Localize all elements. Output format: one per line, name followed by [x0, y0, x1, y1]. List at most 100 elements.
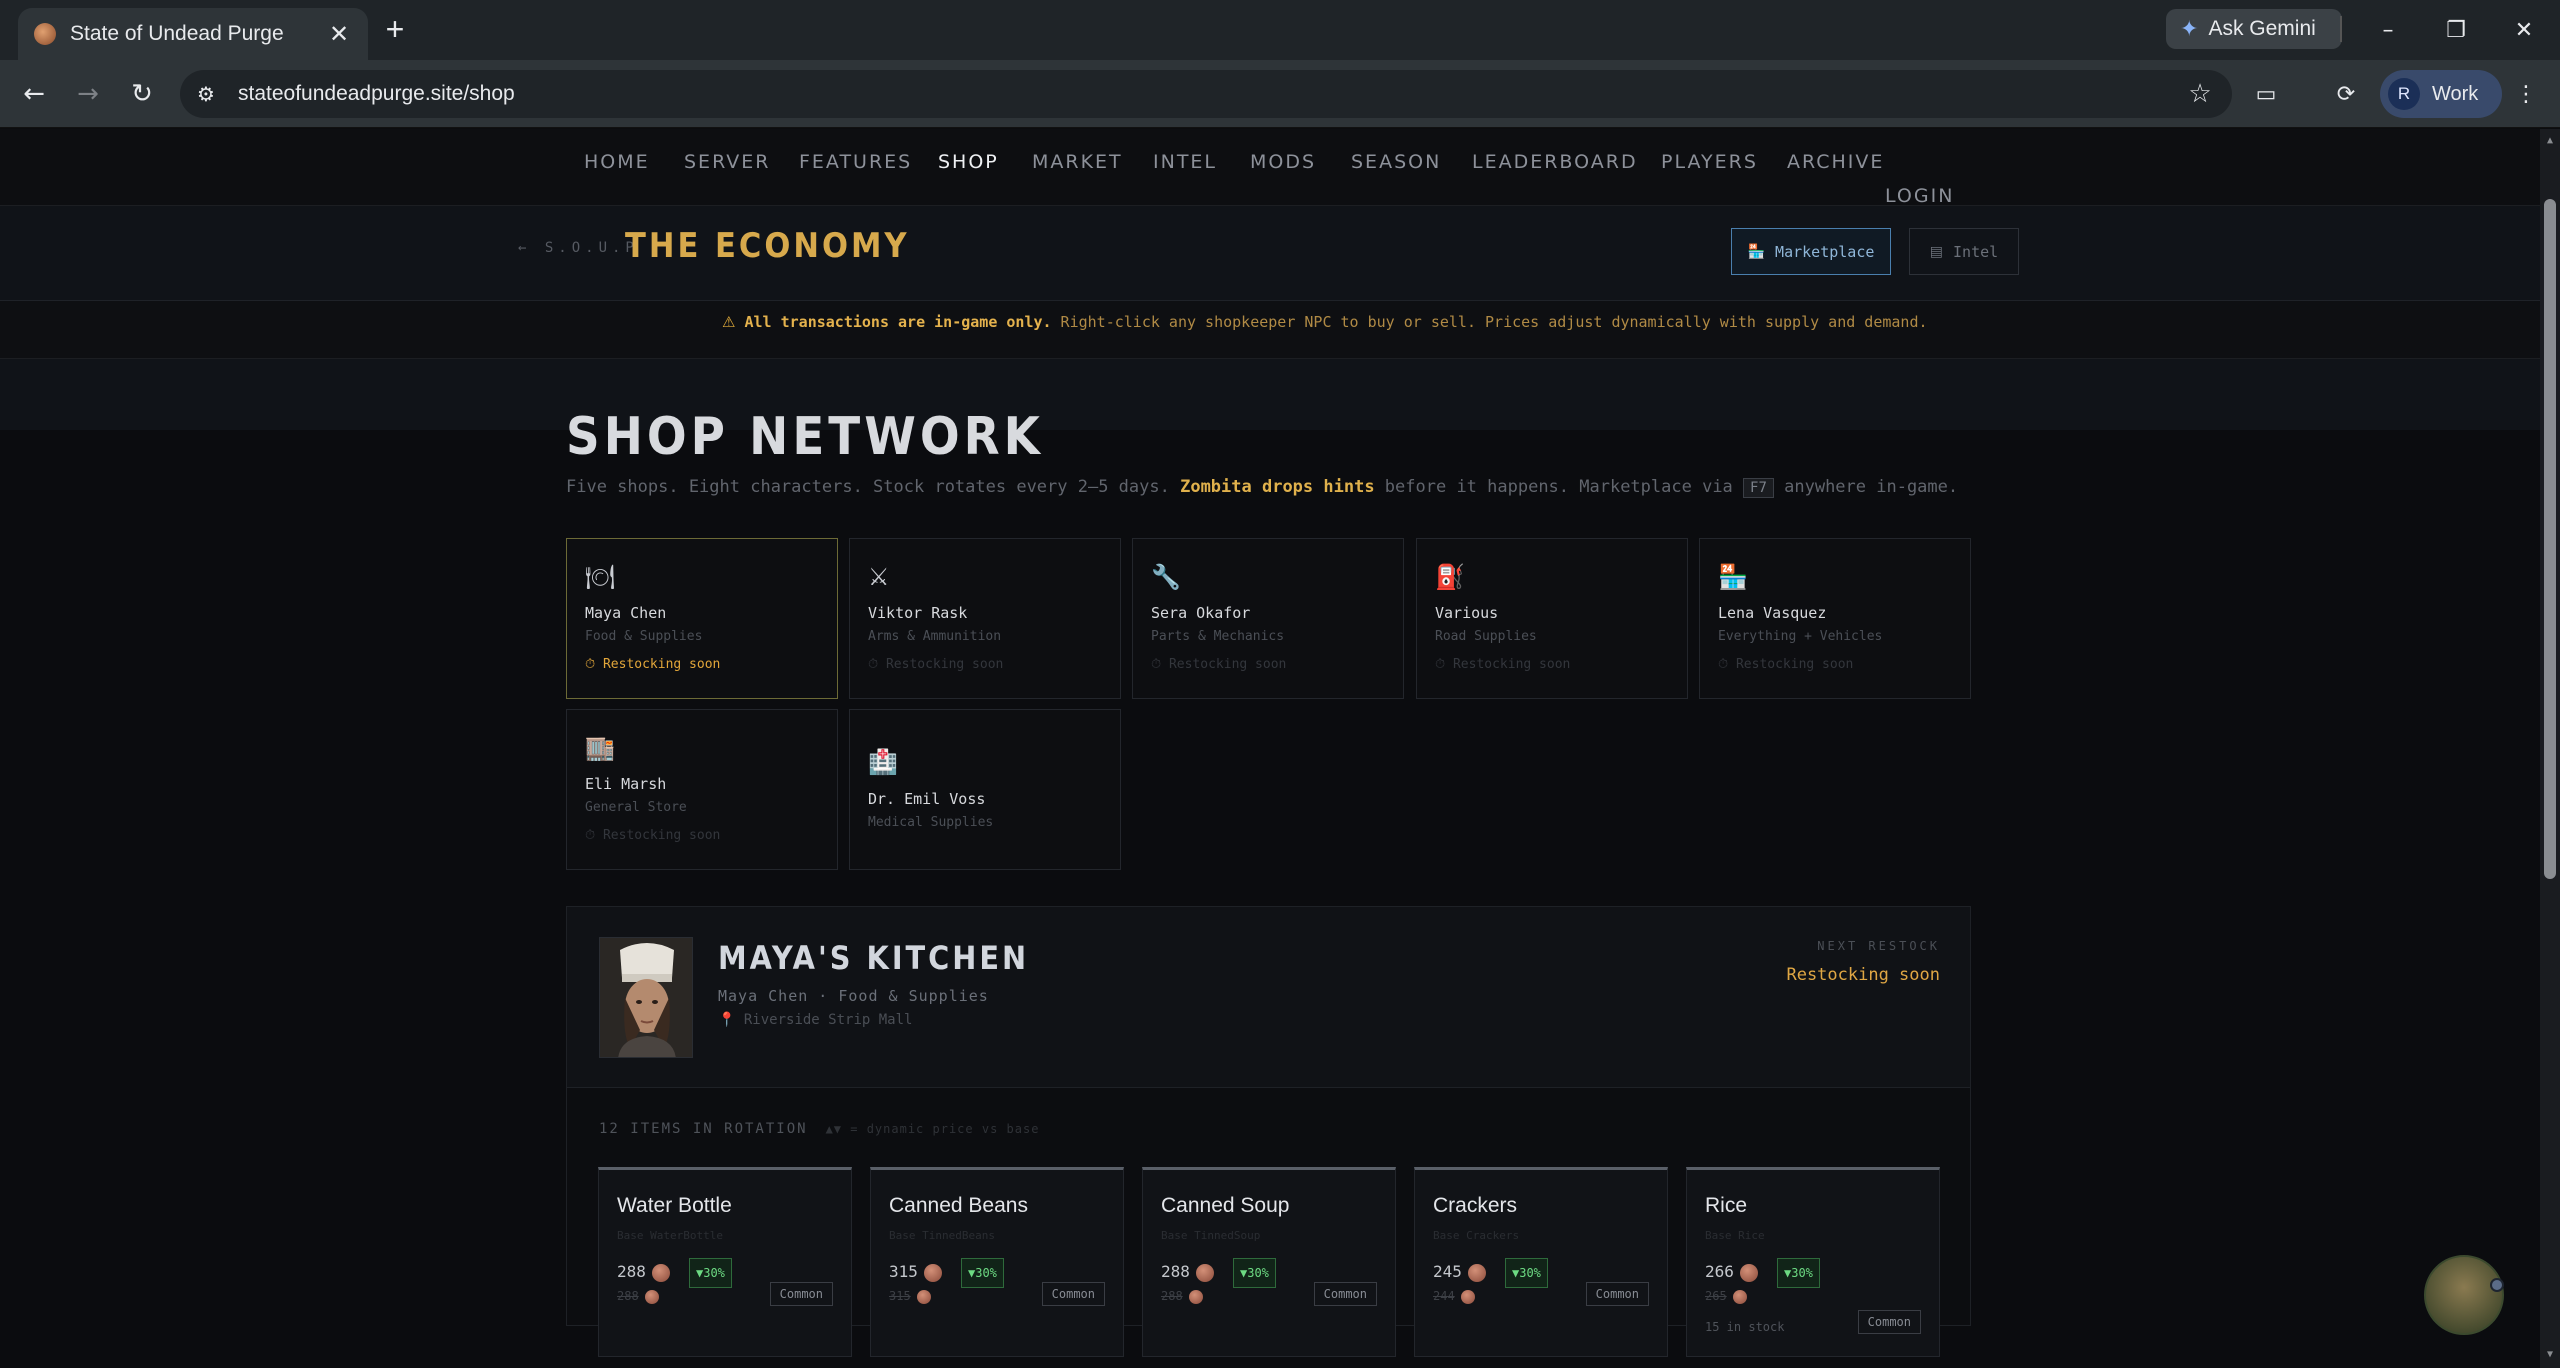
npc-status: ⏱ Restocking soon	[1718, 657, 1854, 672]
rarity-badge: Common	[1041, 1282, 1105, 1306]
extensions-icon[interactable]: ⟳	[2326, 74, 2366, 114]
npc-role: Food & Supplies	[585, 629, 703, 644]
department-store-icon: 🏬	[585, 734, 615, 762]
npc-card-sera-okafor[interactable]: 🔧 Sera Okafor Parts & Mechanics ⏱ Restoc…	[1132, 538, 1404, 699]
tab-title: State of Undead Purge	[70, 22, 284, 45]
npc-card-lena-vasquez[interactable]: 🏪 Lena Vasquez Everything + Vehicles ⏱ R…	[1699, 538, 1971, 699]
back-icon[interactable]: ←	[14, 74, 54, 114]
nav-mods[interactable]: MODS	[1250, 151, 1316, 173]
npc-name: Various	[1435, 604, 1499, 622]
item-card[interactable]: Canned Soup Base TinnedSoup 288 ▼30% 288…	[1142, 1167, 1396, 1357]
profile-button[interactable]: R Work	[2380, 70, 2502, 118]
nav-players[interactable]: PLAYERS	[1661, 151, 1758, 173]
item-card[interactable]: Rice Base Rice 266 ▼30% 265 15 in stock …	[1686, 1167, 1940, 1357]
item-card[interactable]: Water Bottle Base WaterBottle 288 ▼30% 2…	[598, 1167, 852, 1357]
nav-archive[interactable]: ARCHIVE	[1787, 151, 1884, 173]
npc-name: Lena Vasquez	[1718, 604, 1827, 622]
forward-icon[interactable]: →	[68, 74, 108, 114]
marketplace-button[interactable]: 🏪 Marketplace	[1731, 228, 1891, 275]
nav-market[interactable]: MARKET	[1032, 151, 1123, 173]
npc-name: Dr. Emil Voss	[868, 790, 986, 808]
old-price: 265	[1705, 1289, 1747, 1304]
wrench-icon: 🔧	[1151, 563, 1181, 591]
item-card[interactable]: Crackers Base Crackers 245 ▼30% 244 Comm…	[1414, 1167, 1668, 1357]
item-card[interactable]: Canned Beans Base TinnedBeans 315 ▼30% 3…	[870, 1167, 1124, 1357]
npc-status: ⏱ Restocking soon	[585, 828, 721, 843]
browser-tab-strip: State of Undead Purge ✕ + ✦ Ask Gemini –…	[0, 0, 2560, 60]
rarity-badge: Common	[1313, 1282, 1377, 1306]
discount-badge: ▼30%	[1233, 1258, 1276, 1288]
page-viewport: HOME SERVER FEATURES SHOP MARKET INTEL M…	[0, 129, 2540, 1368]
rarity-badge: Common	[1857, 1310, 1921, 1334]
marketplace-label: Marketplace	[1775, 242, 1875, 261]
npc-portrait	[599, 937, 693, 1058]
item-price: 288	[617, 1262, 670, 1282]
gemini-icon: ✦	[2180, 16, 2199, 42]
assistant-avatar-button[interactable]	[2424, 1255, 2504, 1335]
scrollbar[interactable]: ▲ ▼	[2540, 129, 2560, 1368]
minimize-icon[interactable]: –	[2366, 10, 2410, 50]
items-count: 12 ITEMS IN ROTATION ▲▼ = dynamic price v…	[599, 1121, 1039, 1137]
nav-login[interactable]: LOGIN	[1885, 185, 1954, 207]
old-price: 244	[1433, 1289, 1475, 1304]
npc-name: Maya Chen	[585, 604, 667, 622]
npc-card-emil-voss[interactable]: 🏥 Dr. Emil Voss Medical Supplies	[849, 709, 1121, 870]
back-link[interactable]: ← S.O.U.P	[518, 240, 639, 256]
npc-role: General Store	[585, 800, 687, 815]
location-label: Riverside Strip Mall	[743, 1012, 913, 1028]
coin-icon	[1732, 1289, 1747, 1304]
item-name: Canned Beans	[889, 1194, 1028, 1217]
items-count-label: 12 ITEMS IN ROTATION	[599, 1121, 808, 1137]
notice-body: Right-click any shopkeeper NPC to buy or…	[1051, 313, 1928, 331]
nav-intel[interactable]: INTEL	[1153, 151, 1217, 173]
scroll-thumb[interactable]	[2544, 199, 2556, 879]
scroll-down-icon[interactable]: ▼	[2544, 1349, 2556, 1361]
item-price: 266	[1705, 1262, 1758, 1282]
menu-icon[interactable]: ⋮	[2506, 74, 2546, 114]
npc-card-maya-chen[interactable]: 🍽 Maya Chen Food & Supplies ⏱ Restocking…	[566, 538, 838, 699]
pin-icon: 📍	[718, 1012, 736, 1028]
star-icon[interactable]: ☆	[2180, 74, 2220, 114]
ask-gemini-button[interactable]: ✦ Ask Gemini	[2166, 9, 2342, 49]
url-text[interactable]: stateofundeadpurge.site/shop	[238, 82, 2180, 106]
cast-icon[interactable]: ▭	[2246, 74, 2286, 114]
address-bar[interactable]: ⚙ stateofundeadpurge.site/shop ☆	[180, 70, 2232, 118]
old-price-value: 265	[1705, 1289, 1727, 1303]
scroll-up-icon[interactable]: ▲	[2544, 135, 2556, 147]
shop-location: 📍 Riverside Strip Mall	[718, 1012, 912, 1028]
nav-season[interactable]: SEASON	[1351, 151, 1441, 173]
npc-status: ⏱ Restocking soon	[1151, 657, 1287, 672]
item-name: Canned Soup	[1161, 1194, 1290, 1217]
window-close-icon[interactable]: ✕	[2502, 10, 2546, 50]
price-hint: ▲▼ = dynamic price vs base	[825, 1122, 1040, 1136]
npc-card-viktor-rask[interactable]: ⚔ Viktor Rask Arms & Ammunition ⏱ Restoc…	[849, 538, 1121, 699]
nav-home[interactable]: HOME	[584, 151, 650, 173]
intel-button[interactable]: ▤ Intel	[1909, 228, 2019, 275]
nav-server[interactable]: SERVER	[684, 151, 770, 173]
close-icon[interactable]: ✕	[324, 19, 354, 49]
portrait-image	[600, 938, 692, 1057]
browser-tab[interactable]: State of Undead Purge ✕	[18, 8, 368, 60]
nav-features[interactable]: FEATURES	[799, 151, 912, 173]
warning-icon: ⚠	[722, 313, 736, 331]
old-price-value: 288	[1161, 1289, 1183, 1303]
npc-card-eli-marsh[interactable]: 🏬 Eli Marsh General Store ⏱ Restocking s…	[566, 709, 838, 870]
restore-icon[interactable]: ❐	[2434, 10, 2478, 50]
site-info-icon[interactable]: ⚙	[186, 74, 226, 114]
shop-detail-subtitle: Maya Chen · Food & Supplies	[718, 987, 989, 1005]
new-tab-button[interactable]: +	[378, 13, 412, 48]
npc-card-various[interactable]: ⛽ Various Road Supplies ⏱ Restocking soo…	[1416, 538, 1688, 699]
browser-toolbar: ← → ↻ ⚙ stateofundeadpurge.site/shop ☆ ▭…	[0, 60, 2560, 128]
hospital-icon: 🏥	[868, 748, 898, 776]
npc-role: Everything + Vehicles	[1718, 629, 1883, 644]
favicon-icon	[34, 23, 56, 45]
intel-icon: ▤	[1929, 243, 1944, 260]
nav-leaderboard[interactable]: LEADERBOARD	[1472, 151, 1638, 173]
stock-count: 15 in stock	[1705, 1320, 1785, 1334]
discount-badge: ▼30%	[1777, 1258, 1820, 1288]
subtitle-part: before it happens. Marketplace via	[1374, 477, 1744, 497]
swords-icon: ⚔	[868, 563, 890, 591]
notice-bar: ⚠ All transactions are in-game only. Rig…	[0, 301, 2540, 359]
reload-icon[interactable]: ↻	[122, 74, 162, 114]
nav-shop[interactable]: SHOP	[938, 151, 999, 173]
